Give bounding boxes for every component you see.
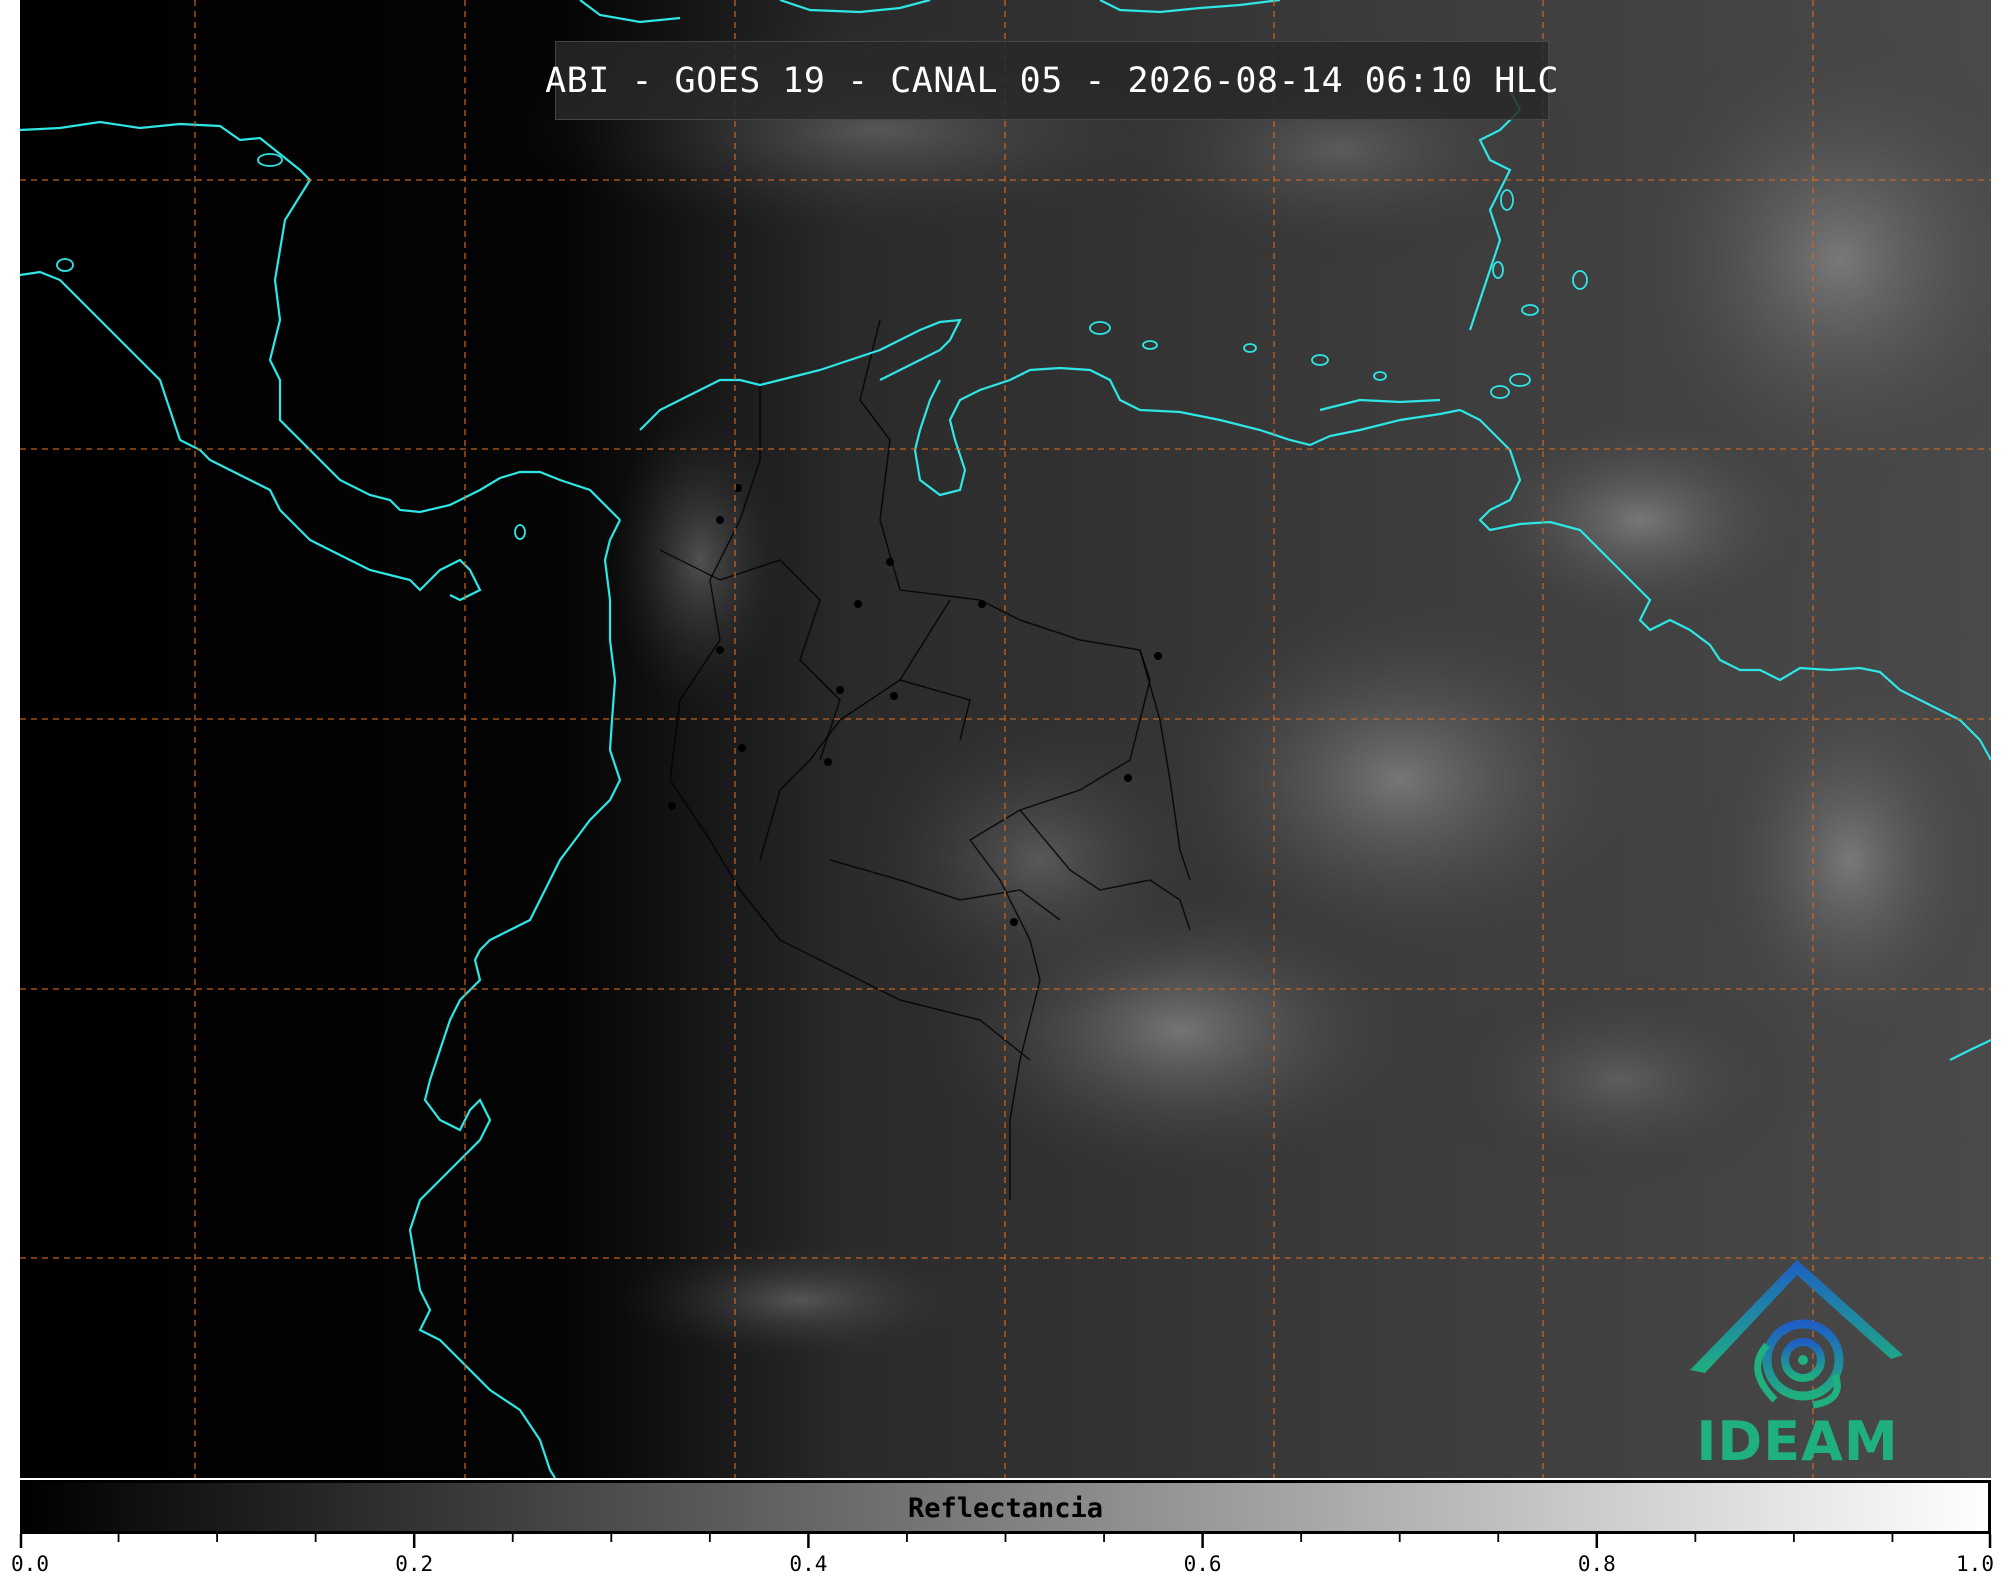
ideam-logo: IDEAM <box>1685 1255 1910 1473</box>
title-box: ABI - GOES 19 - CANAL 05 - 2026-08-14 06… <box>545 41 1558 120</box>
colorbar-tick-label: 0.2 <box>395 1552 434 1576</box>
colorbar: Reflectancia <box>20 1480 1991 1534</box>
map-title: ABI - GOES 19 - CANAL 05 - 2026-08-14 06… <box>545 60 1559 101</box>
colorbar-tick-label: 1.0 <box>1956 1552 1994 1576</box>
ideam-logo-graphic <box>1690 1260 1903 1409</box>
ideam-logo-text: IDEAM <box>1696 1410 1899 1473</box>
satellite-image: ABI - GOES 19 - CANAL 05 - 2026-08-14 06… <box>20 0 1991 1478</box>
colorbar-label: Reflectancia <box>907 1493 1104 1524</box>
colorbar-tick-label: 0.4 <box>789 1552 828 1576</box>
colorbar-tick-label: 0.0 <box>11 1552 49 1576</box>
colorbar-ticks <box>19 1534 1992 1548</box>
colorbar-tick-label: 0.6 <box>1183 1552 1222 1576</box>
colorbar-tick-label: 0.8 <box>1577 1552 1616 1576</box>
colorbar-axis: 0.0 0.2 0.4 0.6 0.8 1.0 <box>11 1534 1994 1577</box>
